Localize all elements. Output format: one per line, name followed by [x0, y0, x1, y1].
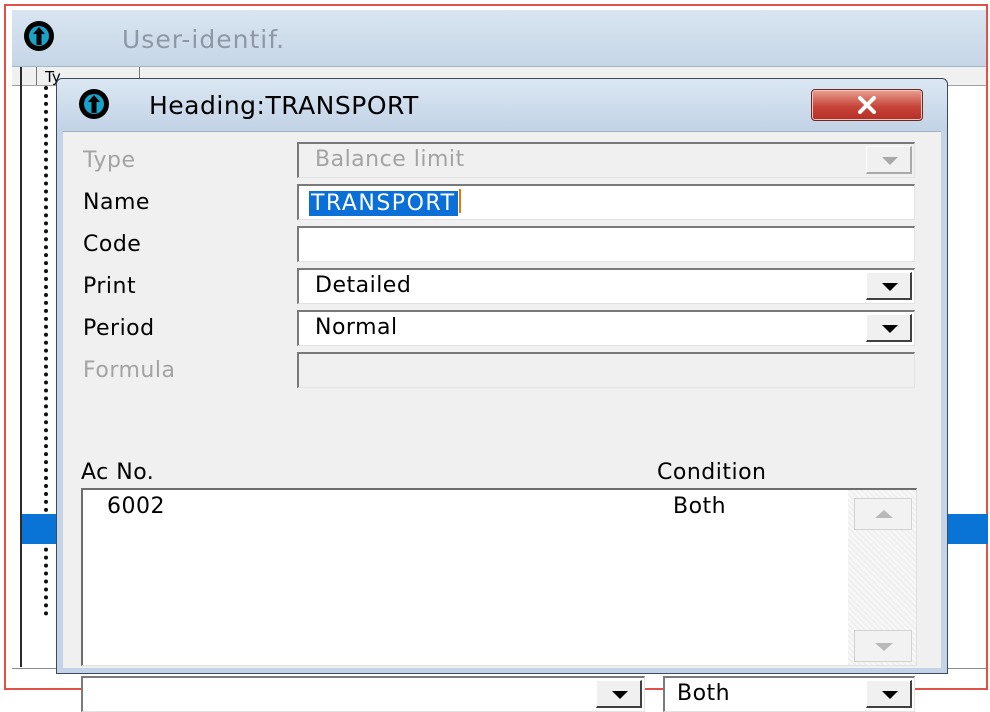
background-window-title: User-identif. [122, 25, 286, 54]
ac-no-combo[interactable] [81, 676, 645, 712]
name-label: Name [83, 190, 150, 215]
dialog-title: Heading:TRANSPORT [149, 91, 419, 120]
scroll-up-button[interactable] [854, 498, 912, 530]
period-dropdown-button[interactable] [866, 314, 912, 342]
condition-column-header[interactable]: Condition [657, 460, 766, 485]
type-label: Type [83, 148, 136, 173]
dialog-titlebar[interactable]: Heading:TRANSPORT [57, 79, 947, 131]
condition-combo-value: Both [677, 681, 731, 706]
period-value: Normal [315, 315, 398, 340]
list-item[interactable]: 6002 Both [83, 494, 843, 524]
account-list[interactable]: 6002 Both [81, 488, 917, 666]
chevron-down-icon [882, 283, 898, 291]
chevron-down-icon [612, 691, 628, 699]
arrow-down-icon [875, 643, 893, 651]
print-select[interactable]: Detailed [297, 268, 915, 304]
chevron-down-icon [882, 325, 898, 333]
close-button[interactable] [811, 89, 923, 121]
condition-combo[interactable]: Both [663, 676, 915, 712]
list-item-ac-no: 6002 [107, 494, 165, 519]
type-value: Balance limit [315, 147, 465, 172]
code-label: Code [83, 232, 142, 257]
type-select: Balance limit [297, 142, 915, 178]
period-select[interactable]: Normal [297, 310, 915, 346]
condition-dropdown-button[interactable] [866, 680, 912, 708]
ac-no-column-header[interactable]: Ac No. [81, 460, 154, 485]
formula-label: Formula [83, 358, 176, 383]
list-item-condition: Both [673, 494, 727, 519]
type-dropdown-button [866, 146, 912, 174]
vertical-scrollbar[interactable] [848, 490, 916, 665]
print-dropdown-button[interactable] [866, 272, 912, 300]
name-field[interactable]: TRANSPORT [297, 184, 915, 220]
background-divider [20, 67, 22, 667]
dialog-client-area: Type Balance limit Name TRANSPORT Code P… [63, 131, 941, 712]
chevron-down-icon [882, 691, 898, 699]
heading-dialog: Heading:TRANSPORT Type Balance limit Nam… [56, 78, 948, 712]
period-label: Period [83, 316, 155, 341]
arrow-up-icon [875, 510, 893, 518]
app-info-icon [24, 21, 54, 51]
chevron-down-icon [882, 157, 898, 165]
dialog-app-icon [79, 89, 109, 119]
name-value: TRANSPORT [309, 191, 458, 216]
scroll-down-button[interactable] [854, 630, 912, 662]
code-field[interactable] [297, 226, 915, 262]
print-label: Print [83, 274, 137, 299]
text-caret [458, 189, 461, 213]
print-value: Detailed [315, 273, 412, 298]
formula-field [297, 352, 915, 388]
close-icon [858, 96, 876, 114]
ac-no-dropdown-button[interactable] [596, 680, 642, 708]
